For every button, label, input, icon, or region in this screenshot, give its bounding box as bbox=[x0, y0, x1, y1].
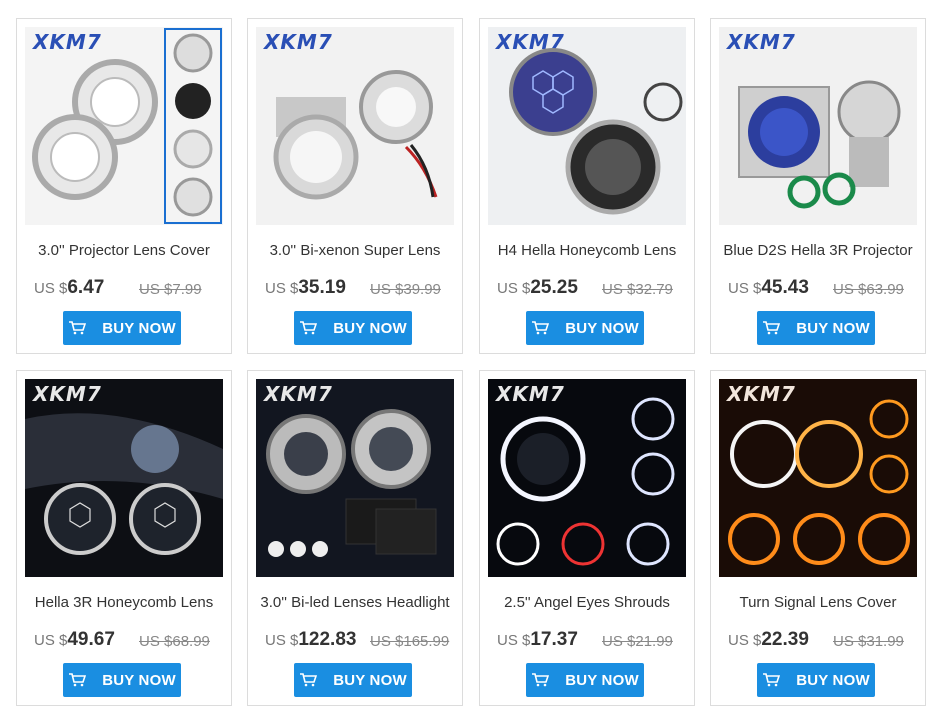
buy-now-button[interactable]: BUY NOW bbox=[63, 663, 181, 697]
product-title[interactable]: 3.0'' Bi-led Lenses Headlight bbox=[248, 594, 462, 611]
currency-label: US $ bbox=[34, 632, 68, 649]
svg-text:XKM7: XKM7 bbox=[725, 30, 796, 54]
currency-label: US $ bbox=[728, 632, 762, 649]
currency-label: US $ bbox=[497, 632, 531, 649]
buy-now-button[interactable]: BUY NOW bbox=[526, 663, 644, 697]
buy-now-button[interactable]: BUY NOW bbox=[757, 663, 875, 697]
svg-text:XKM7: XKM7 bbox=[31, 382, 102, 406]
buy-now-label: BUY NOW bbox=[102, 671, 176, 689]
price-row: US $35.19 US $39.99 bbox=[265, 277, 454, 303]
cart-icon bbox=[763, 321, 781, 335]
product-image[interactable]: XKM7 bbox=[256, 379, 454, 577]
cart-icon bbox=[69, 673, 87, 687]
buy-now-label: BUY NOW bbox=[102, 319, 176, 337]
cart-icon bbox=[300, 673, 318, 687]
original-price: US $68.99 bbox=[139, 633, 210, 650]
currency-label: US $ bbox=[265, 280, 299, 297]
buy-now-label: BUY NOW bbox=[333, 319, 407, 337]
price-row: US $122.83 US $165.99 bbox=[265, 629, 454, 655]
sale-price: 35.19 bbox=[298, 277, 346, 298]
product-image[interactable]: XKM7 bbox=[719, 379, 917, 577]
product-image[interactable]: XKM7 bbox=[488, 379, 686, 577]
buy-now-label: BUY NOW bbox=[565, 319, 639, 337]
cart-icon bbox=[69, 321, 87, 335]
price-row: US $17.37 US $21.99 bbox=[497, 629, 686, 655]
product-image[interactable]: XKM7 bbox=[719, 27, 917, 225]
cart-icon bbox=[300, 321, 318, 335]
price-row: US $6.47 US $7.99 bbox=[34, 277, 223, 303]
product-card[interactable]: XKM7 H4 Hella Honeycomb Lens US $25.25 U… bbox=[479, 18, 695, 354]
buy-now-button[interactable]: BUY NOW bbox=[294, 311, 412, 345]
product-image[interactable]: XKM7 bbox=[488, 27, 686, 225]
sale-price: 22.39 bbox=[761, 629, 809, 650]
currency-label: US $ bbox=[34, 280, 68, 297]
sale-price: 17.37 bbox=[530, 629, 578, 650]
buy-now-button[interactable]: BUY NOW bbox=[63, 311, 181, 345]
cart-icon bbox=[763, 673, 781, 687]
buy-now-label: BUY NOW bbox=[796, 319, 870, 337]
buy-now-button[interactable]: BUY NOW bbox=[757, 311, 875, 345]
cart-icon bbox=[532, 321, 550, 335]
currency-label: US $ bbox=[265, 632, 299, 649]
svg-text:XKM7: XKM7 bbox=[262, 30, 333, 54]
product-image[interactable]: XKM7 bbox=[256, 27, 454, 225]
product-card[interactable]: XKM7 Blue D2S Hella 3R Projector US $45.… bbox=[710, 18, 926, 354]
product-title[interactable]: 3.0'' Bi-xenon Super Lens bbox=[248, 242, 462, 259]
price-row: US $45.43 US $63.99 bbox=[728, 277, 917, 303]
original-price: US $63.99 bbox=[833, 281, 904, 298]
sale-price: 25.25 bbox=[530, 277, 578, 298]
product-title[interactable]: 2.5'' Angel Eyes Shrouds bbox=[480, 594, 694, 611]
product-card[interactable]: XKM7 3.0'' Bi-led Lenses Headlight US $1… bbox=[247, 370, 463, 706]
buy-now-button[interactable]: BUY NOW bbox=[294, 663, 412, 697]
original-price: US $32.79 bbox=[602, 281, 673, 298]
original-price: US $31.99 bbox=[833, 633, 904, 650]
buy-now-label: BUY NOW bbox=[796, 671, 870, 689]
price-row: US $25.25 US $32.79 bbox=[497, 277, 686, 303]
svg-text:XKM7: XKM7 bbox=[494, 382, 565, 406]
sale-price: 45.43 bbox=[761, 277, 809, 298]
cart-icon bbox=[532, 673, 550, 687]
product-image[interactable]: XKM7 bbox=[25, 379, 223, 577]
sale-price: 49.67 bbox=[67, 629, 115, 650]
original-price: US $165.99 bbox=[370, 633, 450, 650]
product-card[interactable]: XKM7 Turn Signal Lens Cover US $22.39 US… bbox=[710, 370, 926, 706]
currency-label: US $ bbox=[497, 280, 531, 297]
price-row: US $49.67 US $68.99 bbox=[34, 629, 223, 655]
product-grid: XKM7 3.0'' Projector Lens Cover US $6.47… bbox=[16, 18, 928, 708]
svg-text:XKM7: XKM7 bbox=[31, 30, 102, 54]
product-title[interactable]: H4 Hella Honeycomb Lens bbox=[480, 242, 694, 259]
product-card[interactable]: XKM7 3.0'' Bi-xenon Super Lens US $35.19… bbox=[247, 18, 463, 354]
buy-now-label: BUY NOW bbox=[565, 671, 639, 689]
buy-now-label: BUY NOW bbox=[333, 671, 407, 689]
product-card[interactable]: XKM7 3.0'' Projector Lens Cover US $6.47… bbox=[16, 18, 232, 354]
original-price: US $39.99 bbox=[370, 281, 441, 298]
product-title[interactable]: Hella 3R Honeycomb Lens bbox=[17, 594, 231, 611]
currency-label: US $ bbox=[728, 280, 762, 297]
product-card[interactable]: XKM7 Hella 3R Honeycomb Lens US $49.67 U… bbox=[16, 370, 232, 706]
original-price: US $21.99 bbox=[602, 633, 673, 650]
svg-text:XKM7: XKM7 bbox=[262, 382, 333, 406]
product-title[interactable]: Blue D2S Hella 3R Projector bbox=[711, 242, 925, 259]
sale-price: 122.83 bbox=[298, 629, 357, 650]
product-title[interactable]: Turn Signal Lens Cover bbox=[711, 594, 925, 611]
price-row: US $22.39 US $31.99 bbox=[728, 629, 917, 655]
buy-now-button[interactable]: BUY NOW bbox=[526, 311, 644, 345]
product-card[interactable]: XKM7 2.5'' Angel Eyes Shrouds US $17.37 … bbox=[479, 370, 695, 706]
product-title[interactable]: 3.0'' Projector Lens Cover bbox=[17, 242, 231, 259]
sale-price: 6.47 bbox=[67, 277, 105, 298]
original-price: US $7.99 bbox=[139, 281, 202, 298]
product-image[interactable]: XKM7 bbox=[25, 27, 223, 225]
svg-text:XKM7: XKM7 bbox=[725, 382, 796, 406]
